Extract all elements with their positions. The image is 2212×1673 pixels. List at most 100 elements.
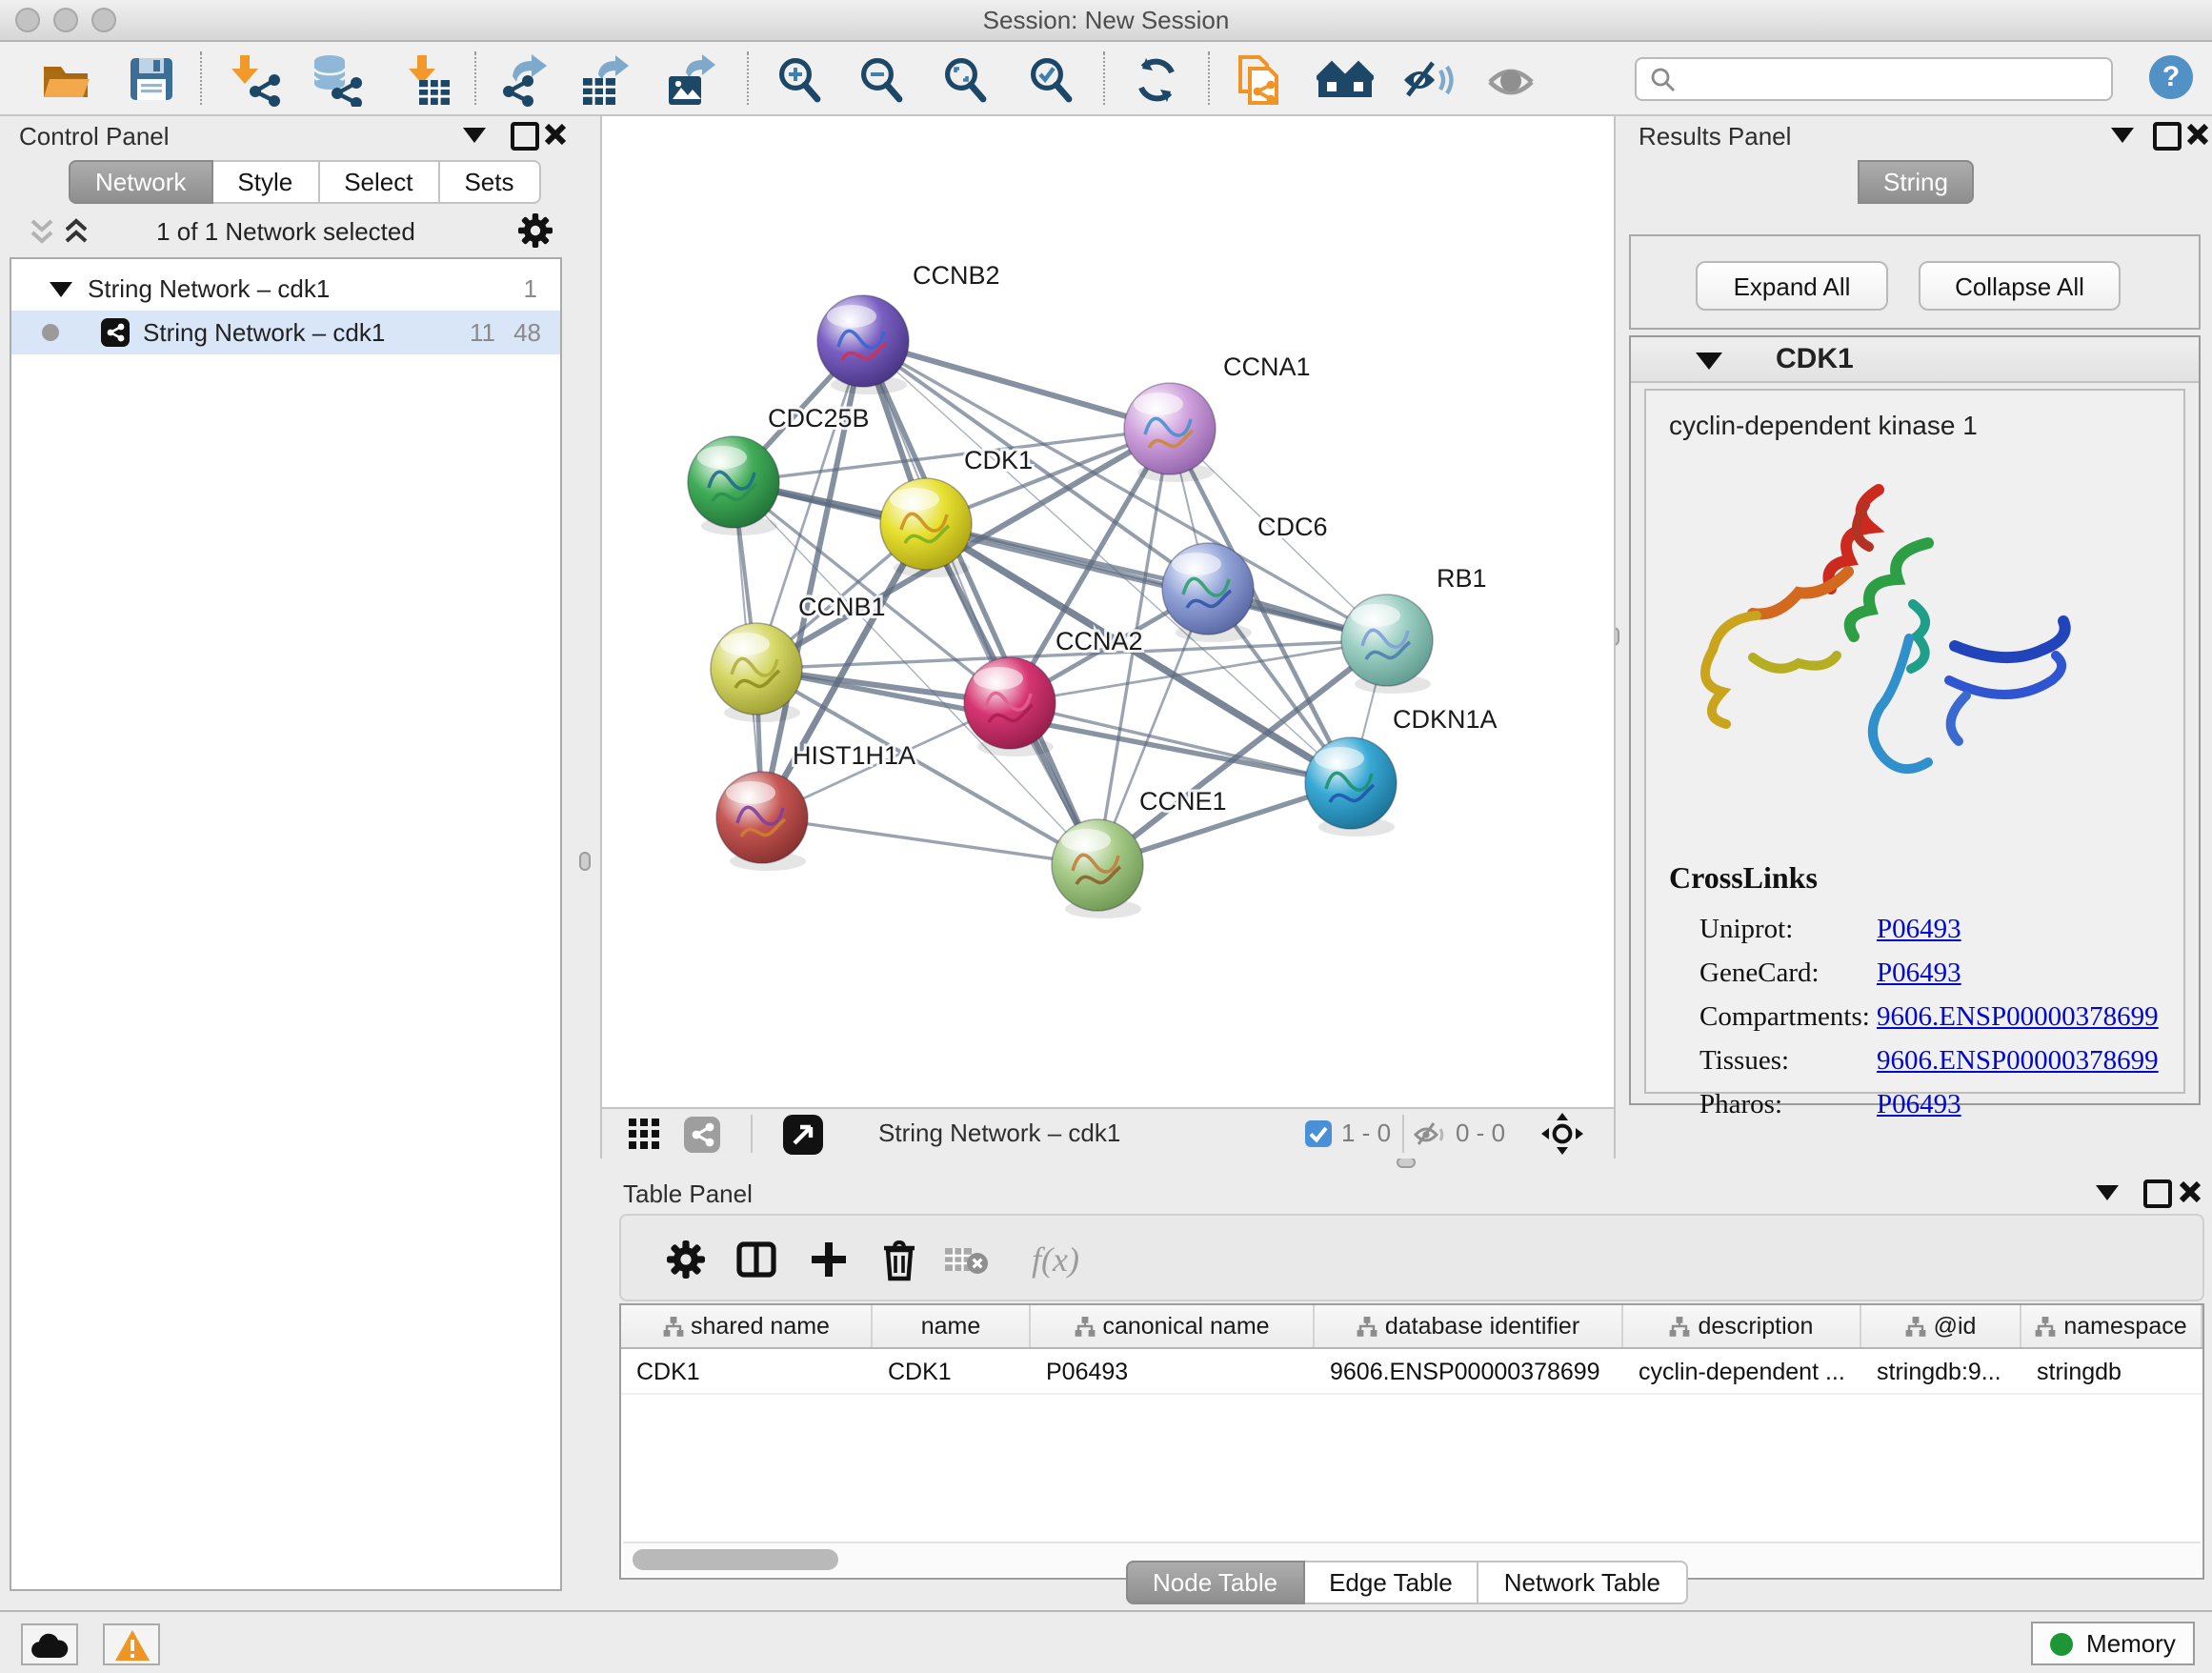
node-CCNE1[interactable] (1052, 819, 1143, 918)
tab-string[interactable]: String (1857, 160, 1975, 204)
panel-float-icon[interactable] (2143, 1179, 2172, 1208)
panel-float-icon[interactable] (511, 122, 539, 151)
tab-sets[interactable]: Sets (439, 160, 540, 204)
export-network-button[interactable] (492, 50, 556, 109)
crosslink-link-compartments[interactable]: 9606.ENSP00000378699 (1877, 1002, 2159, 1035)
network-row-selected[interactable]: String Network – cdk1 11 48 (11, 311, 560, 354)
scrollbar-thumb[interactable] (633, 1549, 838, 1570)
tab-node-table[interactable]: Node Table (1126, 1561, 1304, 1604)
column-header-id[interactable]: @id (1861, 1305, 2021, 1347)
network-canvas[interactable]: CCNB2CCNA1CDC25BCDK1CDC6RB1CCNB1CCNA2CDK… (602, 116, 1614, 1107)
grid-mode-icon[interactable] (629, 1119, 661, 1151)
crosslink-link-uniprot[interactable]: P06493 (1877, 915, 1961, 947)
cloud-status-button[interactable] (21, 1623, 78, 1665)
zoom-selected-button[interactable] (1019, 50, 1084, 109)
fit-selected-crosshair-icon[interactable] (1541, 1113, 1583, 1155)
table-row[interactable]: CDK1CDK1P064939606.ENSP00000378699cyclin… (621, 1349, 2202, 1395)
gear-icon[interactable] (516, 212, 554, 250)
panel-menu-icon[interactable] (2096, 1185, 2119, 1200)
memory-button[interactable]: Memory (2031, 1622, 2195, 1665)
help-button[interactable]: ? (2149, 55, 2193, 99)
column-label: database identifier (1385, 1313, 1579, 1340)
import-network-database-button[interactable] (305, 50, 370, 109)
column-header-description[interactable]: description (1623, 1305, 1861, 1347)
hide-selected-button[interactable] (1395, 50, 1459, 109)
import-table-file-button[interactable] (394, 50, 459, 109)
node-CDC25B[interactable] (688, 436, 779, 535)
panel-close-icon[interactable] (543, 122, 568, 147)
tab-style[interactable]: Style (212, 160, 319, 204)
node-CDK1[interactable] (880, 478, 972, 577)
panel-float-icon[interactable] (2153, 122, 2182, 151)
zoom-in-button[interactable] (768, 50, 833, 109)
selected-checkbox-icon[interactable] (1305, 1120, 1332, 1147)
node-CCNA1[interactable] (1124, 383, 1216, 482)
section-expander-icon[interactable] (1696, 353, 1722, 370)
collapse-all-button[interactable]: Collapse All (1919, 261, 2121, 311)
node-CCNB1[interactable] (711, 623, 802, 722)
network-mode-icon[interactable] (684, 1117, 720, 1153)
panel-menu-icon[interactable] (463, 128, 486, 143)
tab-edge-table[interactable]: Edge Table (1304, 1561, 1479, 1604)
panel-close-icon[interactable] (2178, 1179, 2202, 1204)
export-image-button[interactable] (659, 50, 724, 109)
column-header-canonical-name[interactable]: canonical name (1031, 1305, 1315, 1347)
save-session-button[interactable] (118, 50, 183, 109)
left-splitter-handle[interactable] (579, 852, 591, 871)
open-session-button[interactable] (32, 50, 97, 109)
search-input[interactable] (1684, 64, 2111, 94)
expand-all-button[interactable]: Expand All (1696, 261, 1888, 311)
zoom-out-icon (857, 54, 907, 104)
search-field[interactable] (1635, 57, 2113, 101)
documents-icon (1234, 52, 1285, 106)
copy-style-button[interactable] (1227, 50, 1292, 109)
column-header-name[interactable]: name (873, 1305, 1031, 1347)
column-header-database-identifier[interactable]: database identifier (1315, 1305, 1623, 1347)
tab-select[interactable]: Select (319, 160, 439, 204)
node-CDC6[interactable] (1162, 543, 1254, 642)
export-table-button[interactable] (573, 50, 638, 109)
panel-close-icon[interactable] (2185, 122, 2210, 147)
network-collection-row[interactable]: String Network – cdk1 1 (11, 267, 560, 311)
crosslink-link-tissues[interactable]: 9606.ENSP00000378699 (1877, 1046, 2159, 1078)
crosslink-label: Uniprot: (1699, 915, 1877, 947)
cloud-icon (30, 1630, 69, 1659)
show-all-button[interactable] (1478, 50, 1543, 109)
warnings-button[interactable] (103, 1623, 160, 1665)
node-CDKN1A[interactable] (1305, 737, 1397, 836)
crosslink-link-pharos[interactable]: P06493 (1877, 1090, 1961, 1122)
zoom-fit-button[interactable] (934, 50, 998, 109)
delete-table-button[interactable] (941, 1235, 991, 1284)
delete-column-button[interactable] (875, 1235, 924, 1284)
birdseye-view-icon[interactable] (783, 1115, 823, 1155)
node-HIST1H1A[interactable] (716, 772, 808, 871)
tree-expander-icon[interactable] (50, 281, 72, 296)
show-graphics-details-button[interactable] (1313, 50, 1377, 109)
refresh-view-button[interactable] (1124, 50, 1189, 109)
status-bar: Memory (0, 1610, 2212, 1673)
cell-namespace: stringdb (2021, 1349, 2202, 1393)
plus-icon (808, 1239, 850, 1280)
gene-section-header[interactable]: CDK1 (1631, 337, 2199, 383)
node-RB1[interactable] (1341, 595, 1433, 694)
zoom-out-button[interactable] (850, 50, 915, 109)
column-label: canonical name (1102, 1313, 1269, 1340)
crosslink-row: GeneCard:P06493 (1699, 953, 2176, 997)
tab-network-table[interactable]: Network Table (1479, 1561, 1687, 1604)
crosslink-link-genecard[interactable]: P06493 (1877, 958, 1961, 991)
show-columns-button[interactable] (732, 1235, 781, 1284)
column-header-shared-name[interactable]: shared name (621, 1305, 873, 1347)
import-network-file-button[interactable] (225, 50, 290, 109)
add-column-button[interactable] (804, 1235, 854, 1284)
panel-menu-icon[interactable] (2111, 128, 2134, 143)
hidden-eye-icon[interactable] (1414, 1120, 1448, 1149)
crosslinks-list: Uniprot:P06493GeneCard:P06493Compartment… (1699, 909, 2176, 1128)
export-image-icon (665, 52, 718, 106)
tab-network[interactable]: Network (69, 160, 212, 204)
table-settings-button[interactable] (661, 1235, 711, 1284)
column-header-namespace[interactable]: namespace (2021, 1305, 2202, 1347)
results-panel: Results Panel String Expand All Collapse… (1619, 114, 2212, 1172)
function-builder-button[interactable]: f(x) (1017, 1235, 1094, 1284)
node-table: shared namename canonical name database id… (619, 1303, 2204, 1580)
node-CCNA2[interactable] (964, 657, 1056, 756)
